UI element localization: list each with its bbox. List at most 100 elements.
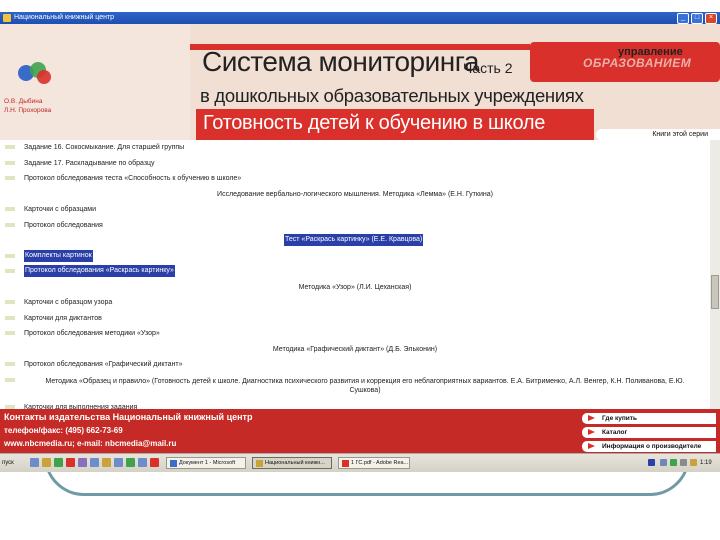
part-label: Часть 2 <box>463 60 513 76</box>
tray-icon[interactable] <box>670 459 677 466</box>
page-subtitle: в дошкольных образовательных учреждениях <box>200 85 584 106</box>
list-item[interactable]: Методика «Узор» (Л.И. Цеханская) <box>0 280 710 295</box>
task-label: Документ 1 - Microsoft <box>179 460 236 466</box>
quicklaunch-icon[interactable] <box>150 458 159 467</box>
close-button[interactable]: × <box>705 13 717 24</box>
list-item[interactable]: Карточки с образцом узора <box>0 295 710 310</box>
list-item-label: Протокол обследования методики «Узор» <box>24 330 160 337</box>
page-footer: Контакты издательства Национальный книжн… <box>0 409 720 453</box>
footer-web[interactable]: www.nbcmedia.ru; e-mail: nbcmedia@mail.r… <box>4 439 176 448</box>
bullet-icon <box>5 315 15 320</box>
taskbar: пуск Документ 1 - Microsoft Национальный… <box>0 453 720 472</box>
quicklaunch-icon[interactable] <box>78 458 87 467</box>
arrow-right-icon <box>588 415 595 421</box>
list-item[interactable]: Протокол обследования «Графический дикта… <box>0 357 710 372</box>
link-label: Информация о производителе <box>602 443 702 450</box>
pdf-icon <box>342 460 349 467</box>
quicklaunch-icon[interactable] <box>114 458 123 467</box>
bullet-icon <box>5 222 15 227</box>
list-item-label: Задание 16. Сокосмыкание. Для старшей гр… <box>24 144 185 151</box>
tray-icon[interactable] <box>660 459 667 466</box>
list-item-label: Протокол обследования «Графический дикта… <box>24 361 183 368</box>
quicklaunch-icon[interactable] <box>138 458 147 467</box>
language-icon[interactable] <box>648 459 655 466</box>
author-name: О.В. Дыбина <box>4 98 43 105</box>
bullet-icon <box>5 300 15 304</box>
minimize-button[interactable]: _ <box>677 13 689 24</box>
page-title: Система мониторинга <box>202 46 479 77</box>
bullet-icon <box>5 362 15 366</box>
bullet-icon <box>5 176 15 180</box>
section-banner: Готовность детей к обучению в школе <box>196 109 594 140</box>
tray-icon[interactable] <box>690 459 697 466</box>
app-icon <box>3 14 11 22</box>
quicklaunch-icon[interactable] <box>126 458 135 467</box>
list-item[interactable]: Протокол обследования теста «Способность… <box>0 171 710 186</box>
footer-contacts: Контакты издательства Национальный книжн… <box>4 412 253 422</box>
author-name: Л.Н. Прохорова <box>4 107 52 114</box>
list-item-label: Методика «Образец и правило» (Готовность… <box>45 377 685 394</box>
window-titlebar[interactable]: Национальный книжный центр _ □ × <box>0 12 720 24</box>
list-item-label: Задание 17. Раскладывание по образцу <box>24 159 155 167</box>
list-item[interactable]: Тест «Раскрась картинку» (Е.Е. Кравцова) <box>0 233 710 248</box>
bullet-icon <box>5 377 15 382</box>
list-item[interactable]: Протокол обследования «Раскрась картинку… <box>0 264 710 279</box>
window-title: Национальный книжный центр <box>14 14 115 21</box>
scrollbar-thumb[interactable] <box>711 275 719 309</box>
list-item[interactable]: Задание 17. Раскладывание по образцу <box>0 156 710 171</box>
link-label: Где купить <box>602 415 637 422</box>
list-item-label: Тест «Раскрась картинку» (Е.Е. Кравцова) <box>284 234 424 246</box>
bullet-icon <box>5 160 15 165</box>
publisher-logo-icon <box>18 62 51 84</box>
link-label: Каталог <box>602 429 628 436</box>
quicklaunch-icon[interactable] <box>54 458 63 467</box>
list-item[interactable]: Протокол обследования <box>0 218 710 233</box>
list-item-label: Методика «Графический диктант» (Д.Б. Эль… <box>272 345 438 353</box>
window-controls: _ □ × <box>677 13 717 24</box>
maximize-button[interactable]: □ <box>691 13 703 24</box>
quicklaunch-icon[interactable] <box>42 458 51 467</box>
brand-bottom-text: ОБРАЗОВАНИЕМ <box>583 56 692 70</box>
task-label: Национальный книжн... <box>265 460 325 466</box>
authors-panel: О.В. Дыбина Л.Н. Прохорова <box>0 24 190 140</box>
list-item[interactable]: Методика «Графический диктант» (Д.Б. Эль… <box>0 342 710 357</box>
arrow-right-icon <box>588 429 595 435</box>
where-to-buy-link[interactable]: Где купить <box>582 413 716 424</box>
list-item-label: Карточки с образцами <box>24 206 97 213</box>
list-item-label: Карточки для диктантов <box>24 314 102 322</box>
arrow-right-icon <box>588 443 595 449</box>
task-browser[interactable]: Национальный книжн... <box>252 457 332 469</box>
list-item[interactable]: Протокол обследования методики «Узор» <box>0 326 710 341</box>
task-word[interactable]: Документ 1 - Microsoft <box>166 457 246 469</box>
bullet-icon <box>5 207 15 211</box>
bullet-icon <box>5 145 15 149</box>
screenshot-window: Национальный книжный центр _ □ × О.В. Ды… <box>0 12 720 472</box>
quicklaunch-icon[interactable] <box>90 458 99 467</box>
quicklaunch-icon[interactable] <box>30 458 39 467</box>
manufacturer-info-link[interactable]: Информация о производителе <box>582 441 716 452</box>
list-item[interactable]: Методика «Образец и правило» (Готовность… <box>0 373 710 399</box>
bullet-icon <box>5 331 15 335</box>
list-item[interactable]: Комплекты картинок <box>0 249 710 264</box>
list-item-label: Протокол обследования теста «Способность… <box>24 175 242 182</box>
bullet-icon <box>5 404 15 409</box>
list-item[interactable]: Задание 16. Сокосмыкание. Для старшей гр… <box>0 140 710 155</box>
quicklaunch-icon[interactable] <box>66 458 75 467</box>
list-item[interactable]: Исследование вербально-логического мышле… <box>0 187 710 202</box>
quicklaunch-icon[interactable] <box>102 458 111 467</box>
task-adobe-reader[interactable]: 1 ГС.pdf - Adobe Rea... <box>338 457 410 469</box>
start-button[interactable]: пуск <box>2 457 26 469</box>
list-item-label: Методика «Узор» (Л.И. Цеханская) <box>298 283 412 291</box>
list-item[interactable]: Карточки с образцами <box>0 202 710 217</box>
word-icon <box>170 460 177 467</box>
volume-icon[interactable] <box>680 459 687 466</box>
clock: 1:19 <box>700 460 712 466</box>
browser-icon <box>256 460 263 467</box>
catalog-link[interactable]: Каталог <box>582 427 716 438</box>
page-header: О.В. Дыбина Л.Н. Прохорова Система монит… <box>0 24 720 141</box>
authors: О.В. Дыбина Л.Н. Прохорова <box>4 97 51 115</box>
vertical-scrollbar[interactable] <box>710 140 720 410</box>
list-item-label: Протокол обследования «Раскрась картинку… <box>24 265 175 277</box>
list-item[interactable]: Карточки для диктантов <box>0 311 710 326</box>
list-item-label: Исследование вербально-логического мышле… <box>217 190 493 198</box>
